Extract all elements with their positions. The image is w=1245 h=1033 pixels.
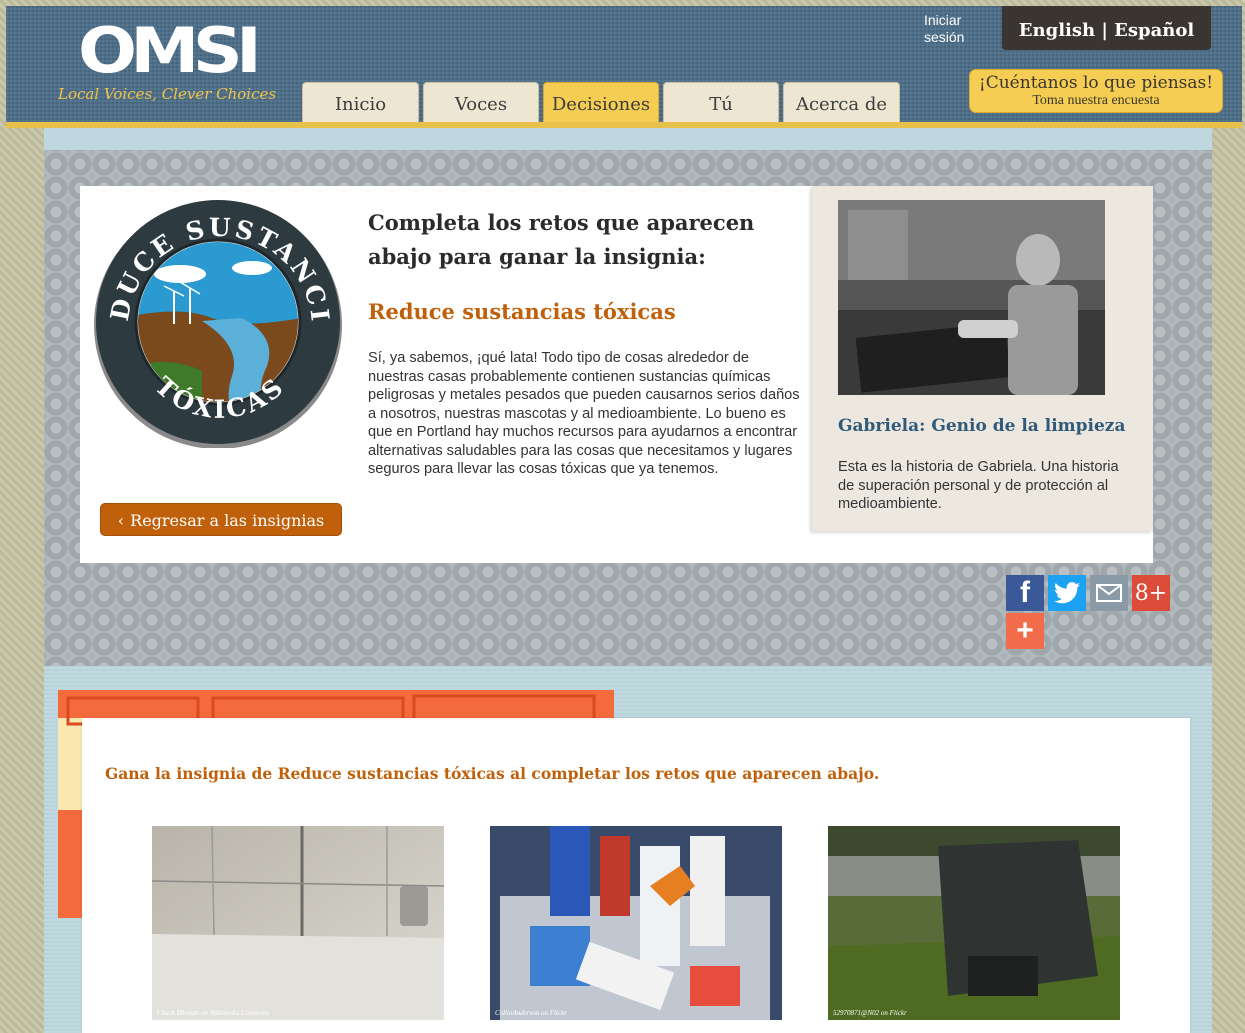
story-text: Esta es la historia de Gabriela. Una his… [838,459,1119,512]
back-button-label[interactable]: Regresar a las insignias [130,511,324,530]
challenge-photo-tv[interactable]: 52970871@N02 on Flickr [828,826,1120,1020]
tab-inicio[interactable]: Inicio [302,82,419,122]
site-header: OMSI Local Voices, Clever Choices Inicia… [6,6,1242,128]
survey-button[interactable]: ¡Cuéntanos lo que piensas! Toma nuestra … [969,69,1223,113]
omsi-logo[interactable]: OMSI [78,20,262,82]
photo-credit: 52970871@N02 on Flickr [833,1009,907,1017]
envelope-icon [1096,584,1122,602]
toxic-reduction-badge: REDUCE SUSTANCIAS TÓXICAS [92,196,342,448]
challenges-heading: Gana la insignia de Reduce sustancias tó… [105,764,880,783]
back-to-badges-button[interactable]: ‹ Regresar a las insignias [100,503,342,536]
twitter-share-button[interactable] [1048,575,1086,611]
challenge-heading: Completa los retos que aparecen abajo pa… [368,210,755,269]
facebook-share-button[interactable]: f [1006,575,1044,611]
tab-acerca-de[interactable]: Acerca de [783,82,900,122]
language-switcher[interactable]: English | Español [1002,6,1211,50]
more-share-button[interactable]: + [1006,613,1044,649]
googleplus-share-button[interactable]: 8+ [1132,575,1170,611]
login-label[interactable]: Iniciar sesión [924,12,984,46]
challenge-photo-cleaners[interactable]: CollinAnderson on Flickr [490,826,782,1020]
facebook-icon: f [1020,576,1030,609]
story-title-link[interactable]: Gabriela: Genio de la limpieza [838,412,1125,440]
mold-tile-image [152,826,444,1020]
cleaning-products-image [490,826,782,1020]
gabriela-photo[interactable] [838,200,1105,395]
challenge-photo-mold[interactable]: Chuck Mirman on Wikimedia Commons [152,826,444,1020]
login-link[interactable]: Iniciar sesión [924,12,984,46]
tab-tu[interactable]: Tú [663,82,779,122]
survey-subtitle[interactable]: Toma nuestra encuesta [970,93,1222,109]
band-top-strip [44,128,1212,150]
twitter-icon [1054,582,1080,604]
site-tagline: Local Voices, Clever Choices [58,85,277,103]
tab-voces[interactable]: Voces [423,82,539,122]
chevron-left-icon: ‹ [117,511,125,530]
language-label[interactable]: English | Español [1019,20,1194,41]
plus-icon: + [1016,614,1034,647]
discarded-tv-image [828,826,1120,1020]
photo-credit: CollinAnderson on Flickr [495,1009,567,1017]
badge-title: Reduce sustancias tóxicas [368,299,676,324]
survey-title[interactable]: ¡Cuéntanos lo que piensas! [970,73,1222,93]
badge-description: Sí, ya sabemos, ¡qué lata! Todo tipo de … [368,350,800,477]
tab-decisiones[interactable]: Decisiones [543,82,659,122]
googleplus-icon: 8+ [1134,580,1168,606]
email-share-button[interactable] [1090,575,1128,611]
photo-credit: Chuck Mirman on Wikimedia Commons [157,1009,269,1017]
